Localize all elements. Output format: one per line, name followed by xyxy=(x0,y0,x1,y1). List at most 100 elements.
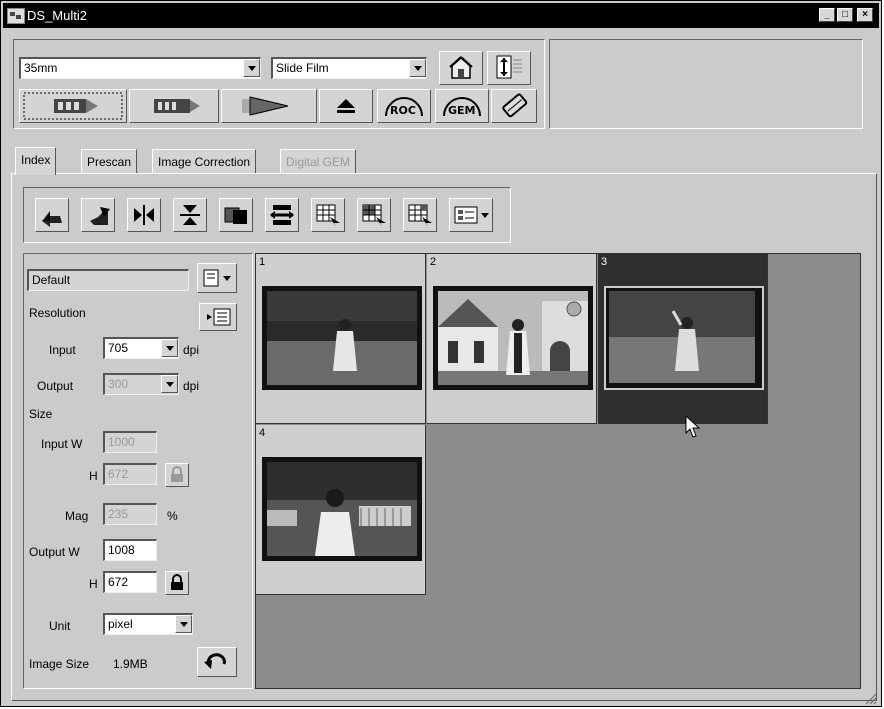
output-resolution-select[interactable]: 300 xyxy=(103,373,179,395)
resolution-options-button[interactable] xyxy=(199,303,237,331)
thumbnail-frame-selected[interactable]: 3 xyxy=(598,254,768,424)
film-size-value: 35mm xyxy=(24,61,58,75)
select-all-button[interactable] xyxy=(311,198,345,232)
chevron-down-icon[interactable] xyxy=(243,59,260,77)
thumbnail-image xyxy=(433,286,593,390)
percent-label: % xyxy=(167,509,178,523)
size-label: Size xyxy=(29,407,53,421)
scan-button[interactable] xyxy=(221,89,317,123)
preset-menu-icon xyxy=(203,269,231,287)
negative-button[interactable] xyxy=(219,198,253,232)
close-button[interactable]: × xyxy=(857,8,873,22)
tab-prescan[interactable]: Prescan xyxy=(81,149,138,174)
image-size-label: Image Size xyxy=(29,657,90,671)
frame-number: 4 xyxy=(259,427,266,439)
view-options-button[interactable] xyxy=(449,198,493,232)
thumbnail-frame[interactable]: 2 xyxy=(427,254,597,424)
lock-icon xyxy=(171,574,183,590)
flip-horizontal-icon xyxy=(134,205,154,225)
input-width-field[interactable]: 1000 xyxy=(103,431,157,453)
thumbnail-image xyxy=(262,286,422,390)
roc-button[interactable]: ROC xyxy=(377,89,431,123)
grid-range-icon xyxy=(362,204,386,227)
tab-index[interactable]: Index xyxy=(15,147,57,175)
unit-label: Unit xyxy=(49,619,71,633)
dpi-label-output: dpi xyxy=(183,379,200,393)
main-window: DS_Multi2 _ □ × 35mm Slide Film ROC GEM … xyxy=(0,0,882,707)
resize-grip-icon[interactable] xyxy=(863,691,877,705)
grid-select-icon xyxy=(316,204,340,227)
settings-button[interactable] xyxy=(487,51,531,85)
flip-vertical-icon xyxy=(180,205,200,225)
preset-menu-button[interactable] xyxy=(197,263,237,293)
preferences-button[interactable] xyxy=(439,51,483,85)
roc-label: ROC xyxy=(390,104,416,117)
chevron-down-icon[interactable] xyxy=(409,59,426,77)
app-icon[interactable] xyxy=(7,8,25,24)
settings-icon xyxy=(496,55,522,79)
lock-icon xyxy=(171,466,183,482)
scan-icon xyxy=(242,96,289,116)
view-options-icon xyxy=(454,206,489,224)
reset-button[interactable] xyxy=(197,647,237,677)
mag-field[interactable]: 235 xyxy=(103,503,157,525)
mag-label: Mag xyxy=(65,509,89,523)
input-height-label: H xyxy=(89,469,98,483)
thumbnail-frame[interactable]: 4 xyxy=(256,425,426,595)
unit-value: pixel xyxy=(108,617,133,631)
image-size-value: 1.9MB xyxy=(113,657,148,671)
output-height-field[interactable]: 672 xyxy=(103,571,157,593)
help-icon xyxy=(502,93,528,118)
prefs-icon xyxy=(449,56,473,79)
prescan-icon xyxy=(154,99,200,113)
minimize-button[interactable]: _ xyxy=(819,8,835,22)
prescan-button[interactable] xyxy=(129,89,219,123)
window-title: DS_Multi2 xyxy=(27,8,87,23)
rotate-left-icon xyxy=(42,211,62,227)
resolution-label: Resolution xyxy=(29,306,86,320)
help-button[interactable] xyxy=(491,89,537,123)
input-resolution-select[interactable]: 705 xyxy=(103,337,179,359)
maximize-button[interactable]: □ xyxy=(837,8,853,22)
deselect-button[interactable] xyxy=(403,198,437,232)
index-scan-button[interactable] xyxy=(19,89,127,123)
swap-button[interactable] xyxy=(265,198,299,232)
frame-number: 3 xyxy=(601,256,608,268)
output-width-label: Output W xyxy=(29,545,80,559)
output-res-label: Output xyxy=(37,379,74,393)
eject-button[interactable] xyxy=(319,89,373,123)
unit-select[interactable]: pixel xyxy=(103,613,193,635)
roc-icon: ROC xyxy=(385,97,423,117)
film-size-select[interactable]: 35mm xyxy=(19,57,261,79)
rotate-left-button[interactable] xyxy=(35,198,69,232)
thumbnail-frame[interactable]: 1 xyxy=(256,254,426,424)
output-width-field[interactable]: 1008 xyxy=(103,539,157,561)
chevron-down-icon[interactable] xyxy=(161,375,178,393)
frame-number: 2 xyxy=(430,256,437,268)
tab-digital-gem[interactable]: Digital GEM xyxy=(280,149,357,174)
film-type-select[interactable]: Slide Film xyxy=(271,57,427,79)
rotate-right-button[interactable] xyxy=(81,198,115,232)
select-range-button[interactable] xyxy=(357,198,391,232)
output-resolution-value: 300 xyxy=(108,377,129,391)
thumbnail-image xyxy=(262,457,422,561)
grid-deselect-icon xyxy=(408,204,432,227)
output-lock-button[interactable] xyxy=(165,571,189,595)
flip-horizontal-button[interactable] xyxy=(127,198,161,232)
input-height-field[interactable]: 672 xyxy=(103,463,157,485)
list-arrow-icon xyxy=(207,308,231,326)
frame-number: 1 xyxy=(259,256,266,268)
preset-field[interactable]: Default xyxy=(27,269,189,291)
title-bar[interactable]: DS_Multi2 _ □ × xyxy=(3,3,879,28)
gem-button[interactable]: GEM xyxy=(435,89,489,123)
swap-icon xyxy=(270,205,294,225)
chevron-down-icon[interactable] xyxy=(175,615,192,633)
input-width-label: Input W xyxy=(41,437,83,451)
input-lock-button[interactable] xyxy=(165,463,189,487)
index-scan-icon xyxy=(23,92,123,120)
tab-image-correction[interactable]: Image Correction xyxy=(152,149,257,174)
film-type-value: Slide Film xyxy=(276,61,329,75)
flip-vertical-button[interactable] xyxy=(173,198,207,232)
gem-icon: GEM xyxy=(443,97,481,117)
chevron-down-icon[interactable] xyxy=(161,339,178,357)
